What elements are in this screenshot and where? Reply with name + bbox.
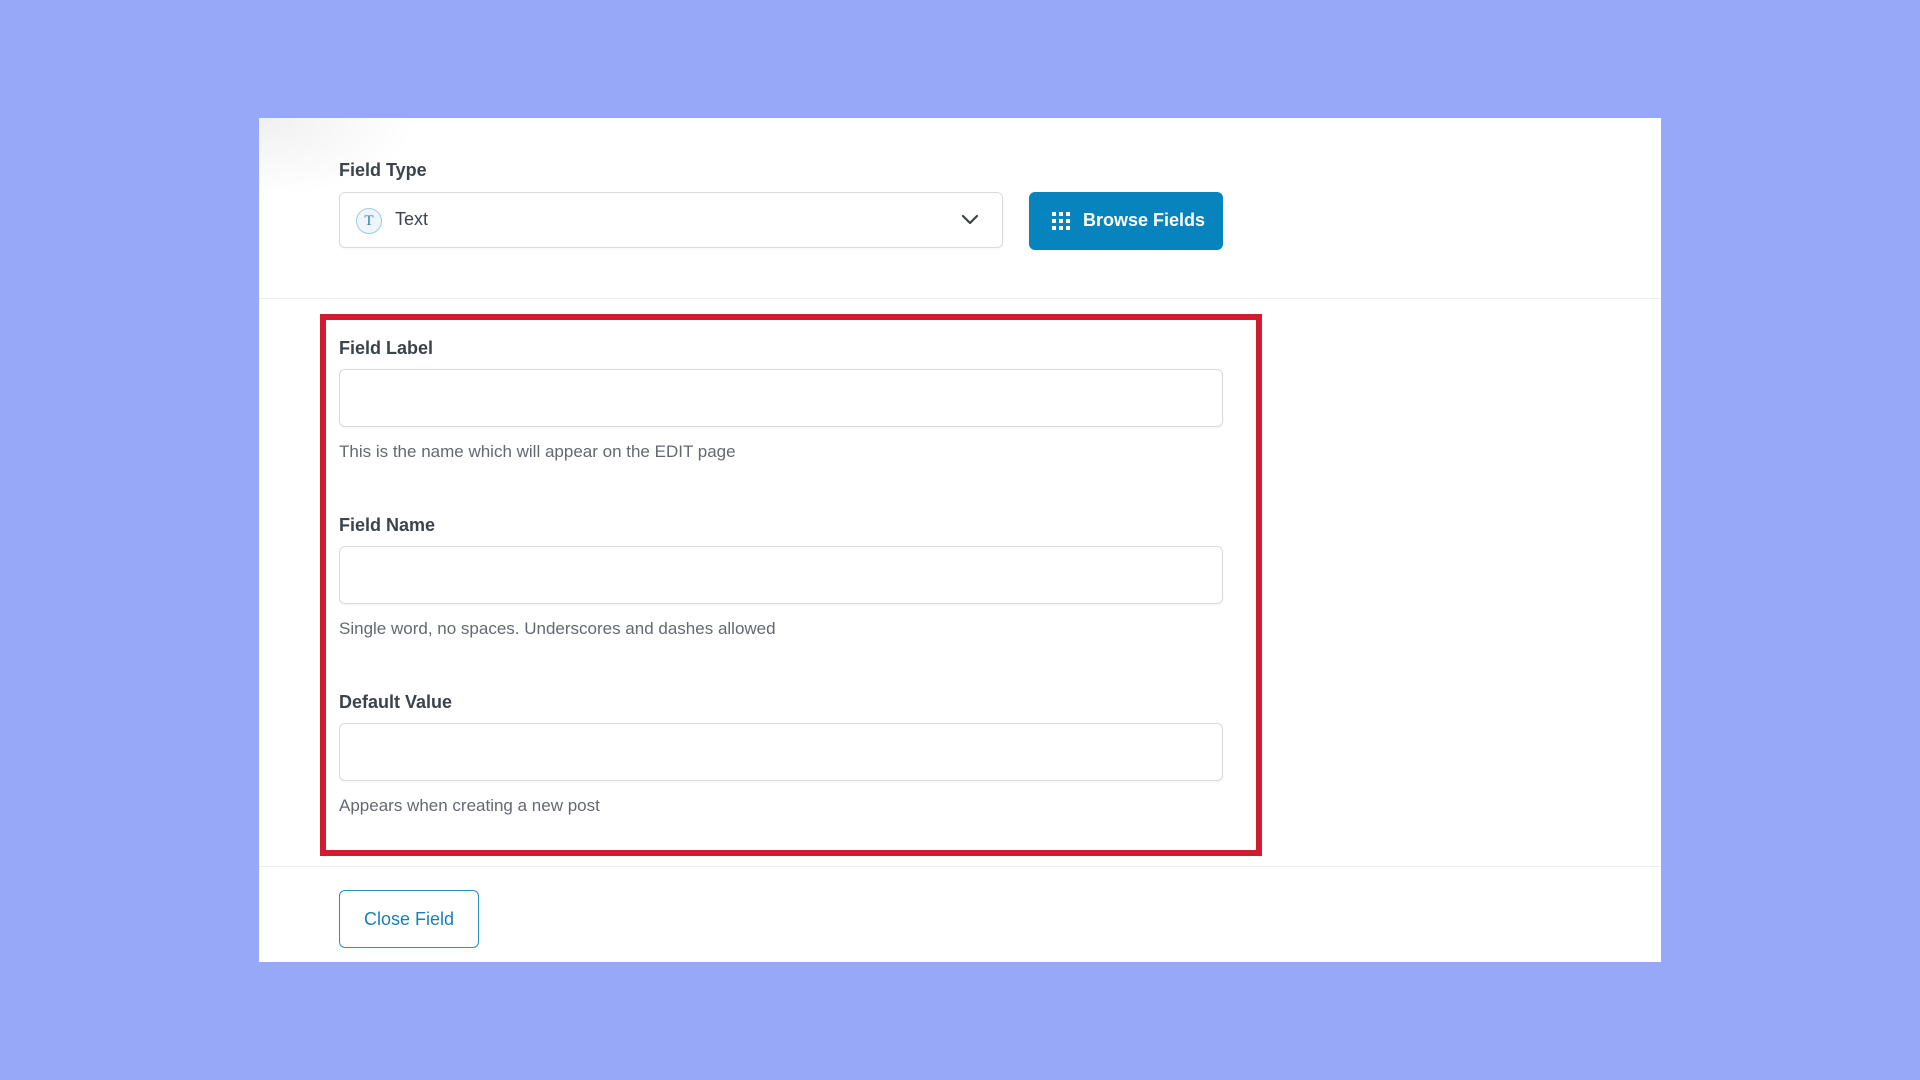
field-settings-panel: Field Type T Text Browse Fields Field La… [259, 118, 1661, 962]
section-divider [259, 866, 1661, 867]
field-label-input[interactable] [339, 369, 1223, 427]
field-type-section: Field Type T Text Browse Fields [259, 118, 1661, 299]
field-type-select[interactable]: T Text [339, 192, 1003, 248]
field-type-selected-value: Text [395, 209, 429, 229]
field-label-help: This is the name which will appear on th… [339, 442, 736, 461]
browse-fields-label: Browse Fields [1083, 210, 1206, 230]
default-value-heading: Default Value [339, 692, 453, 712]
close-field-button[interactable]: Close Field [339, 890, 479, 948]
default-value-input[interactable] [339, 723, 1223, 781]
field-label-heading: Field Label [339, 338, 434, 358]
field-name-help: Single word, no spaces. Underscores and … [339, 619, 776, 638]
chevron-down-icon [961, 214, 979, 225]
field-name-heading: Field Name [339, 515, 436, 535]
field-type-label: Field Type [339, 160, 427, 180]
field-name-input[interactable] [339, 546, 1223, 604]
grid-icon [1052, 212, 1070, 230]
default-value-help: Appears when creating a new post [339, 796, 600, 815]
text-type-icon: T [356, 208, 382, 234]
browse-fields-button[interactable]: Browse Fields [1029, 192, 1223, 250]
